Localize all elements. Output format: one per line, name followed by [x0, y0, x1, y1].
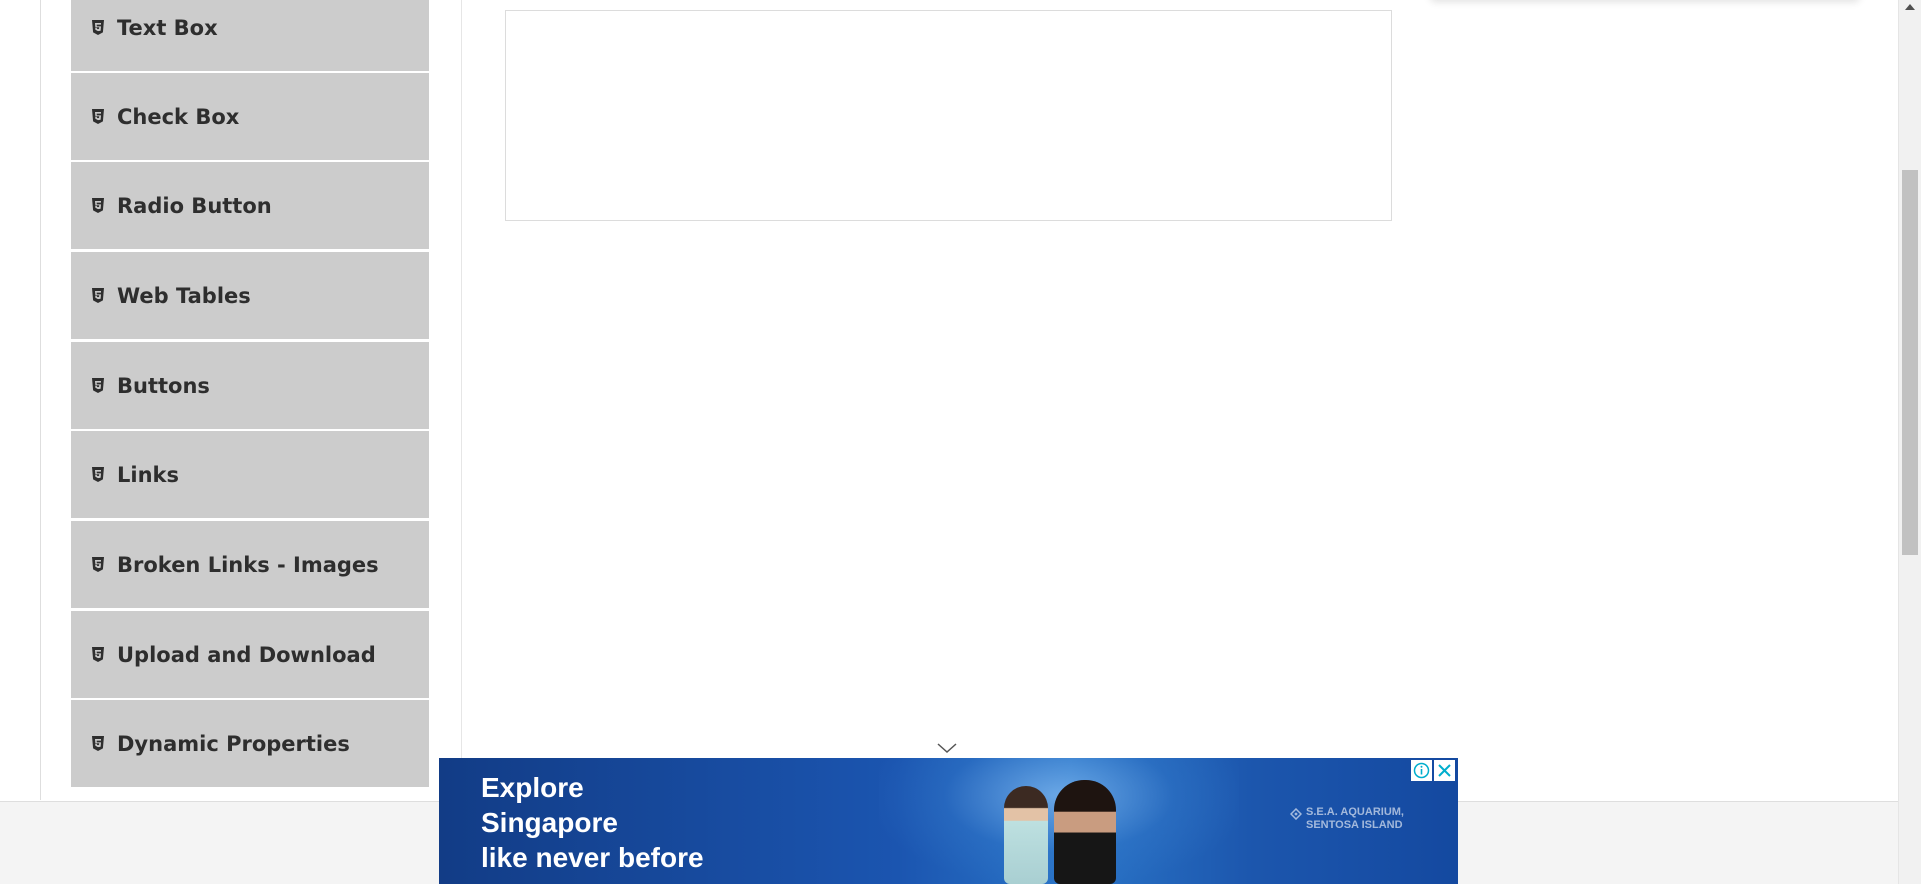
scroll-up-arrow-icon[interactable]: [1905, 4, 1915, 10]
ad-collapse-chevron-icon[interactable]: [936, 740, 958, 754]
sidebar-item-label: Text Box: [117, 15, 218, 40]
html5-icon: [91, 378, 105, 394]
html5-icon: [91, 467, 105, 483]
content-divider: [461, 0, 462, 800]
sidebar-item-text-box[interactable]: Text Box: [71, 0, 429, 72]
ad-headline-line: Explore: [481, 772, 584, 803]
ad-location-line: SENTOSA ISLAND: [1306, 819, 1403, 831]
info-icon[interactable]: [1411, 760, 1432, 781]
sidebar-item-label: Radio Button: [117, 193, 272, 218]
html5-icon: [91, 557, 105, 573]
sidebar-item-label: Upload and Download: [117, 642, 376, 667]
advertisement-banner[interactable]: Explore Singapore like never before S.E.…: [439, 758, 1458, 884]
close-icon[interactable]: [1434, 760, 1455, 781]
sidebar-item-label: Check Box: [117, 104, 240, 129]
sidebar-item-label: Buttons: [117, 373, 210, 398]
vertical-scrollbar[interactable]: [1898, 0, 1921, 884]
html5-icon: [91, 20, 105, 36]
sidebar-item-buttons[interactable]: Buttons: [71, 342, 429, 430]
ad-location-line: S.E.A. AQUARIUM,: [1306, 806, 1404, 818]
html5-icon: [91, 198, 105, 214]
sidebar-item-upload-and-download[interactable]: Upload and Download: [71, 611, 429, 699]
sidebar-item-label: Web Tables: [117, 283, 251, 308]
ad-headline: Explore Singapore like never before: [481, 770, 704, 875]
html5-icon: [91, 736, 105, 752]
content-panel: [505, 10, 1392, 221]
sidebar-item-web-tables[interactable]: Web Tables: [71, 252, 429, 340]
sidebar-item-label: Broken Links - Images: [117, 552, 379, 577]
scrollbar-thumb[interactable]: [1902, 170, 1918, 555]
ad-headline-line: like never before: [481, 842, 704, 873]
html5-icon: [91, 288, 105, 304]
sidebar-item-dynamic-properties[interactable]: Dynamic Properties: [71, 700, 429, 788]
html5-icon: [91, 647, 105, 663]
ad-person-image: [1054, 780, 1116, 884]
sidebar-item-links[interactable]: Links: [71, 431, 429, 519]
sidebar-item-check-box[interactable]: Check Box: [71, 73, 429, 161]
ad-person-image: [1004, 786, 1048, 884]
ad-location: S.E.A. AQUARIUM, SENTOSA ISLAND: [1289, 806, 1404, 832]
ad-headline-line: Singapore: [481, 807, 618, 838]
sidebar-item-radio-button[interactable]: Radio Button: [71, 162, 429, 250]
sidebar-item-label: Dynamic Properties: [117, 731, 350, 756]
location-pin-icon: [1289, 807, 1303, 821]
page-left-border: [40, 0, 41, 800]
sidebar-item-label: Links: [117, 462, 179, 487]
html5-icon: [91, 109, 105, 125]
ad-controls: [1411, 760, 1455, 781]
sidebar-item-broken-links-images[interactable]: Broken Links - Images: [71, 521, 429, 609]
